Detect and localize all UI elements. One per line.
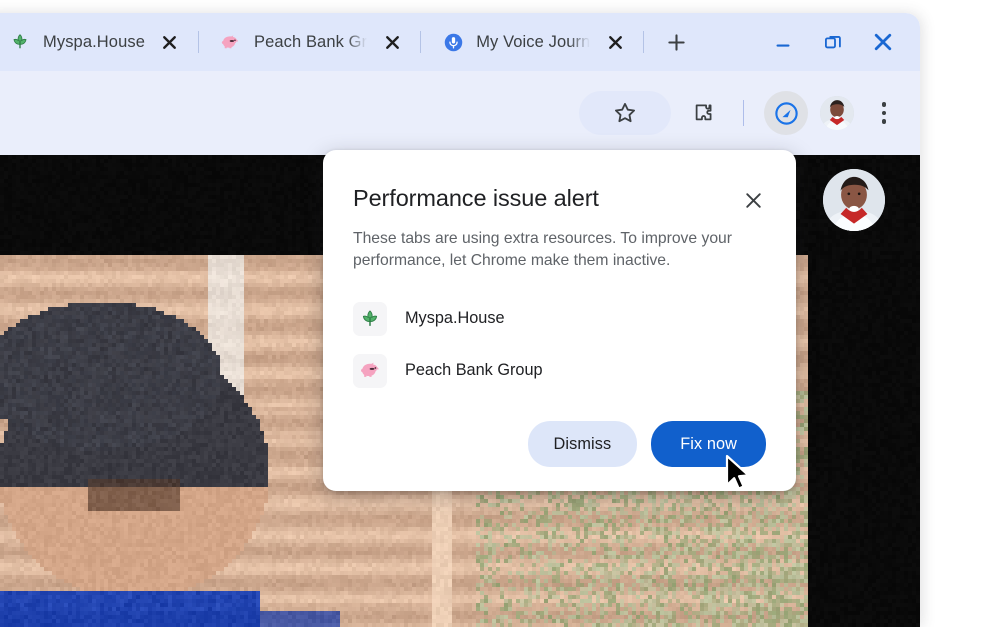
- tab-separator: [197, 31, 199, 53]
- new-tab-button[interactable]: [659, 25, 693, 59]
- minimize-icon[interactable]: [760, 21, 806, 63]
- tab-peach-bank-group[interactable]: Peach Bank Gr: [206, 19, 413, 65]
- tab-title: My Voice Journ: [476, 32, 591, 51]
- tab-title: Myspa.House: [43, 32, 145, 51]
- tab-separator: [643, 31, 645, 53]
- browser-window: Myspa.House Peach Bank Gr My Voice Journ…: [0, 13, 920, 627]
- chrome-menu-icon[interactable]: [864, 91, 904, 135]
- restore-icon[interactable]: [810, 21, 856, 63]
- tab-close-icon[interactable]: [159, 31, 181, 53]
- list-item[interactable]: Peach Bank Group: [353, 345, 766, 397]
- leaf-icon: [353, 301, 387, 336]
- dialog-close-icon[interactable]: [740, 187, 766, 213]
- list-item[interactable]: Myspa.House: [353, 293, 766, 345]
- toolbar-divider: [743, 100, 744, 126]
- dialog-tab-list: Myspa.House Peach Bank Group: [353, 293, 766, 397]
- list-item-label: Myspa.House: [405, 309, 505, 328]
- fix-now-button[interactable]: Fix now: [651, 421, 766, 467]
- performance-issue-dialog: Performance issue alert These tabs are u…: [323, 150, 796, 491]
- dialog-actions: Dismiss Fix now: [527, 421, 766, 467]
- dismiss-button[interactable]: Dismiss: [527, 421, 638, 467]
- dialog-header: Performance issue alert: [353, 184, 766, 213]
- microphone-icon: [442, 31, 464, 53]
- extensions-puzzle-icon[interactable]: [681, 91, 725, 135]
- tab-myspa-house[interactable]: Myspa.House: [0, 19, 191, 65]
- piggy-bank-icon: [220, 31, 242, 53]
- performance-speedometer-icon[interactable]: [764, 91, 808, 135]
- dialog-title: Performance issue alert: [353, 185, 599, 211]
- leaf-icon: [9, 31, 31, 53]
- window-controls: [760, 21, 920, 63]
- close-icon[interactable]: [860, 21, 906, 63]
- profile-avatar[interactable]: [820, 96, 854, 130]
- tab-title: Peach Bank Gr: [253, 32, 368, 51]
- tab-close-icon[interactable]: [604, 31, 626, 53]
- bookmark-star-icon[interactable]: [579, 91, 671, 135]
- tab-separator: [420, 31, 422, 53]
- screenshot-root: Myspa.House Peach Bank Gr My Voice Journ…: [0, 0, 1004, 627]
- tab-my-voice-journal[interactable]: My Voice Journ: [428, 19, 636, 65]
- piggy-bank-icon: [353, 353, 387, 388]
- list-item-label: Peach Bank Group: [405, 361, 543, 380]
- tab-strip: Myspa.House Peach Bank Gr My Voice Journ: [0, 13, 920, 71]
- browser-toolbar: [0, 71, 920, 155]
- tab-close-icon[interactable]: [381, 31, 403, 53]
- participant-avatar: [823, 169, 885, 231]
- dialog-body-text: These tabs are using extra resources. To…: [353, 230, 733, 270]
